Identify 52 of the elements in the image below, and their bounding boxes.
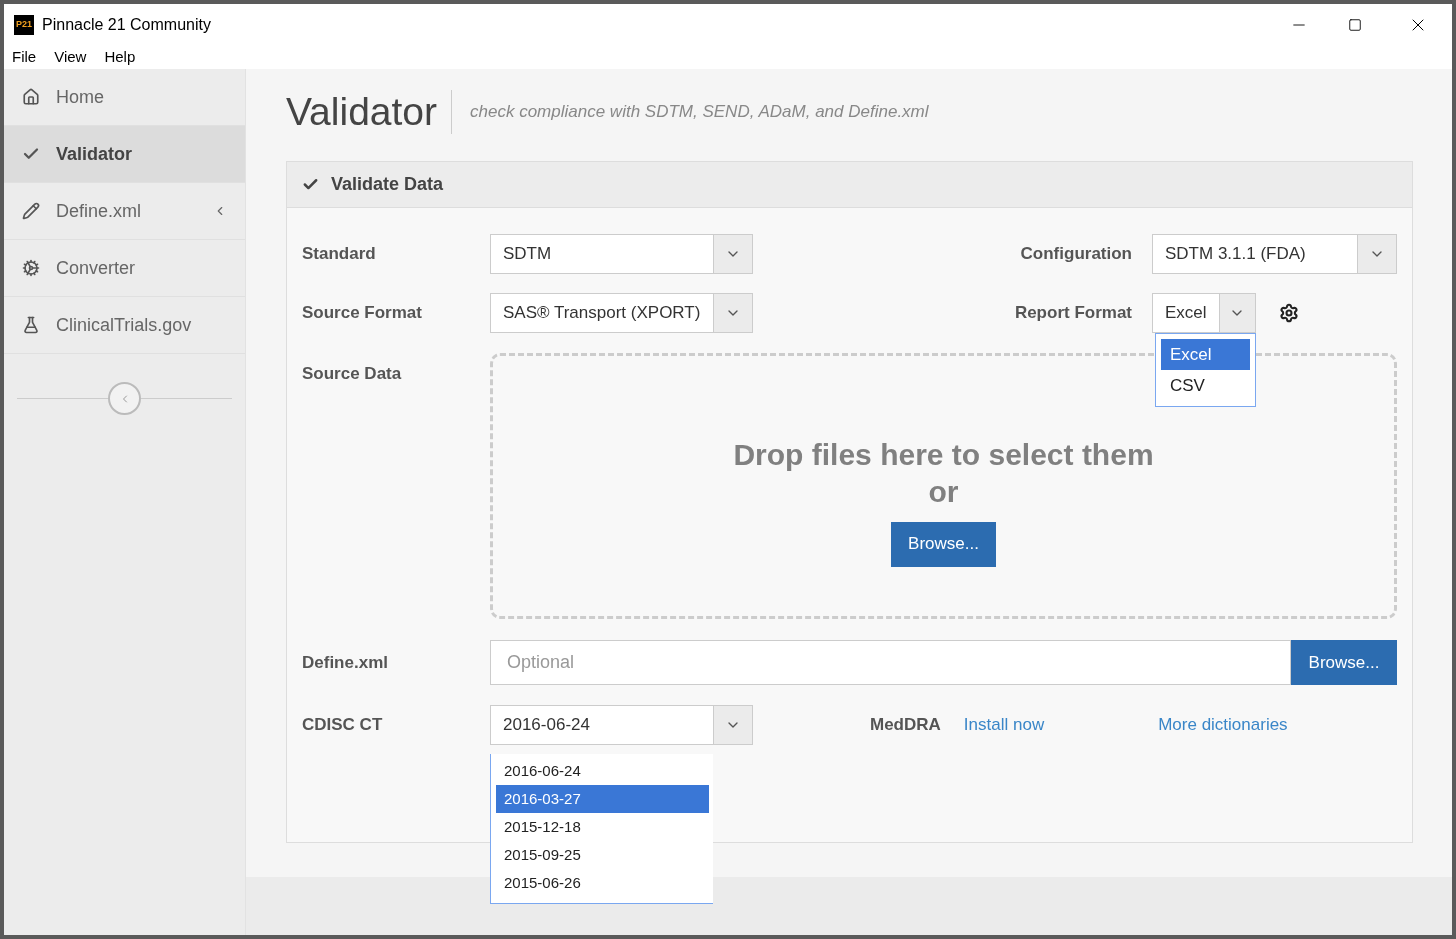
dropdown[interactable]: Excel [1152, 293, 1256, 333]
field-label: CDISC CT [302, 715, 383, 735]
dropdown-value: SDTM [502, 243, 553, 266]
sidebar-label: ClinicalTrials.gov [56, 313, 193, 337]
menu-item[interactable]: File [12, 45, 37, 69]
dropdown[interactable]: SDTM 3.1.1 (FDA) [1152, 234, 1397, 274]
dropdown[interactable]: SAS® Transport (XPORT) [490, 293, 753, 333]
sidebar-label: Converter [56, 256, 137, 280]
home-icon [22, 88, 40, 106]
dropdown[interactable]: 2016-06-24 [490, 705, 753, 745]
dropdown-value: Excel [1164, 302, 1208, 325]
field-label: MedDRA [870, 714, 941, 737]
field-label: Configuration [1020, 243, 1132, 266]
menu-item[interactable]: View [54, 45, 87, 69]
drop-zone-text: or [928, 473, 959, 510]
dropdown-option[interactable]: CSV [1161, 370, 1250, 401]
gears-icon [22, 259, 40, 277]
dropdown[interactable]: SDTM [490, 234, 753, 274]
field-label: Define.xml [302, 652, 388, 672]
dropdown-option[interactable]: Excel [1161, 339, 1250, 370]
dropdown-option[interactable]: 2015-12-18 [496, 813, 709, 841]
maximize-icon[interactable] [1348, 17, 1362, 32]
window-title: Pinnacle 21 Community [42, 14, 211, 35]
browse-button[interactable]: Browse... [891, 521, 996, 567]
pencil-icon [22, 202, 40, 220]
dropdown-option[interactable]: 2016-03-27 [496, 785, 709, 813]
dropdown-option[interactable]: 2015-06-26 [496, 869, 709, 897]
dropdown-option[interactable]: 2016-06-24 [496, 757, 709, 785]
sidebar-label: Home [56, 85, 105, 109]
dropdown-value: SDTM 3.1.1 (FDA) [1164, 243, 1307, 266]
flask-icon [22, 316, 40, 334]
app-logo: P21 [14, 14, 34, 35]
sidebar-label: Define.xml [56, 199, 143, 223]
define-xml-field[interactable]: Optional [490, 640, 1291, 685]
panel-title: Validate Data [331, 173, 444, 196]
drop-zone-text: Drop files here to select them [733, 436, 1154, 473]
field-label: Source Data [302, 364, 402, 383]
settings-icon[interactable] [1279, 303, 1299, 323]
field-label: Report Format [1014, 302, 1132, 325]
dropdown-option[interactable]: 2015-09-25 [496, 841, 709, 869]
menu-item[interactable]: Help [104, 45, 136, 69]
sidebar-item[interactable]: Validator [4, 126, 245, 183]
browse-button[interactable]: Browse... [1291, 640, 1397, 685]
page-subtitle: check compliance with SDTM, SEND, ADaM, and Define.xml [470, 101, 929, 124]
sidebar-label: Validator [56, 142, 134, 166]
dropdown-value: 2016-06-24 [502, 714, 591, 737]
page-title: Validator [286, 90, 453, 134]
field-label: Standard [302, 244, 376, 264]
more-dictionaries-link[interactable]: More dictionaries [1158, 712, 1288, 738]
field-label: Source Format [302, 303, 422, 323]
dropdown-value: SAS® Transport (XPORT) [502, 302, 702, 325]
install-link[interactable]: Install now [963, 712, 1045, 738]
